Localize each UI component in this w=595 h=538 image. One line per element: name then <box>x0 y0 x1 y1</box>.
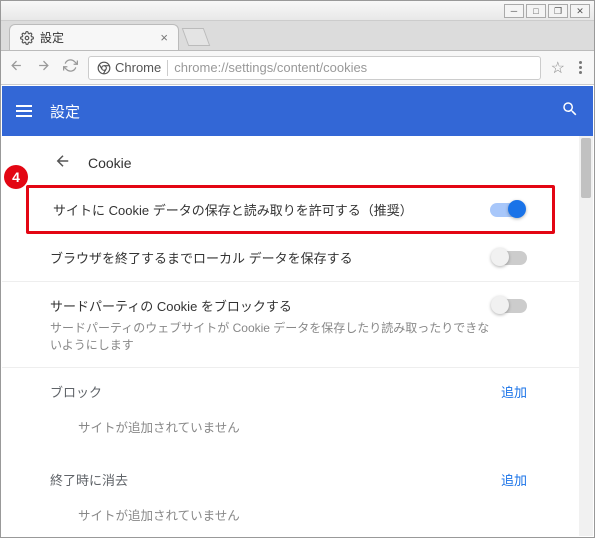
clear-on-exit-section: 終了時に消去 追加 サイトが追加されていません <box>2 456 579 536</box>
window-maximize-button[interactable]: □ <box>526 4 546 18</box>
section-header: Cookie <box>2 136 579 185</box>
tab-title: 設定 <box>40 29 154 46</box>
setting-keep-until-close: ブラウザを終了するまでローカル データを保存する <box>2 234 579 282</box>
highlighted-setting: サイトに Cookie データの保存と読み取りを許可する（推奨） <box>26 185 555 234</box>
settings-header: 設定 <box>2 86 593 136</box>
toggle-block-third-party[interactable] <box>493 299 527 313</box>
block-list-add-button[interactable]: 追加 <box>501 382 527 401</box>
setting-block-third-party: サードパーティの Cookie をブロックする サードパーティのウェブサイトが … <box>2 282 579 368</box>
clear-on-exit-empty: サイトが追加されていません <box>50 489 527 536</box>
window-restoredown-button[interactable]: ❐ <box>548 4 568 18</box>
nav-icons <box>9 58 78 78</box>
url-divider <box>167 60 168 76</box>
browser-tab[interactable]: 設定 × <box>9 24 179 50</box>
bookmark-star-icon[interactable]: ☆ <box>551 58 565 78</box>
url-path: chrome://settings/content/cookies <box>174 60 367 75</box>
chrome-label: Chrome <box>115 60 161 75</box>
tab-close-icon[interactable]: × <box>160 30 168 45</box>
settings-title: 設定 <box>50 101 80 122</box>
window-titlebar: ─ □ ❐ ✕ <box>1 1 594 21</box>
new-tab-button[interactable] <box>182 28 211 46</box>
setting-label: サイトに Cookie データの保存と読み取りを許可する（推奨） <box>53 200 490 219</box>
window-close-button[interactable]: ✕ <box>570 4 590 18</box>
forward-button[interactable] <box>36 58 51 78</box>
block-list-empty: サイトが追加されていません <box>50 401 527 452</box>
annotation-badge-4: 4 <box>4 165 28 189</box>
section-title: Cookie <box>88 155 132 171</box>
browser-toolbar: Chrome chrome://settings/content/cookies… <box>1 51 594 85</box>
tab-strip: 設定 × <box>1 21 594 51</box>
block-list-section: ブロック 追加 サイトが追加されていません <box>2 368 579 456</box>
gear-icon <box>20 31 34 45</box>
browser-menu-icon[interactable] <box>575 61 586 74</box>
hamburger-icon[interactable] <box>16 105 32 117</box>
setting-sublabel: サードパーティのウェブサイトが Cookie データを保存したり読み取ったりでき… <box>50 319 493 353</box>
setting-label: サードパーティの Cookie をブロックする <box>50 296 493 315</box>
toggle-allow-cookies[interactable] <box>490 203 524 217</box>
back-arrow-icon[interactable] <box>54 152 72 173</box>
search-icon[interactable] <box>561 100 579 122</box>
chrome-icon: Chrome <box>97 60 161 75</box>
clear-on-exit-add-button[interactable]: 追加 <box>501 470 527 489</box>
setting-allow-cookies: サイトに Cookie データの保存と読み取りを許可する（推奨） <box>29 188 552 231</box>
url-box[interactable]: Chrome chrome://settings/content/cookies <box>88 56 541 80</box>
block-list-label: ブロック <box>50 382 501 401</box>
window-frame: ─ □ ❐ ✕ 設定 × Chrome chrome://settings/co… <box>0 0 595 538</box>
toggle-keep-until-close[interactable] <box>493 251 527 265</box>
back-button[interactable] <box>9 58 24 78</box>
clear-on-exit-label: 終了時に消去 <box>50 470 501 489</box>
reload-button[interactable] <box>63 58 78 78</box>
page-content: 設定 Cookie サイトに Cookie データの保存と読み取りを許可する（推… <box>2 86 593 536</box>
window-minimize-button[interactable]: ─ <box>504 4 524 18</box>
setting-label: ブラウザを終了するまでローカル データを保存する <box>50 248 493 267</box>
settings-body: Cookie サイトに Cookie データの保存と読み取りを許可する（推奨） … <box>2 136 593 536</box>
